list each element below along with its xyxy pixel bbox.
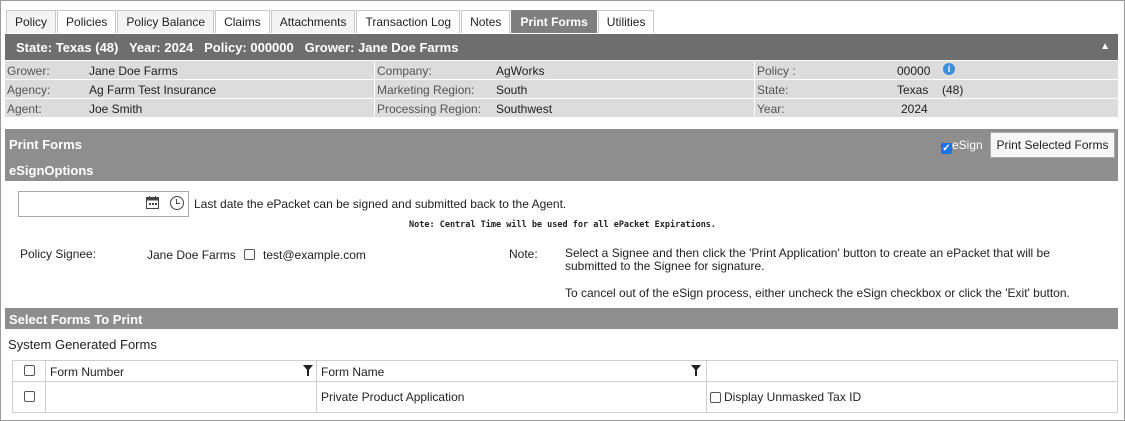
calendar-icon[interactable] bbox=[146, 196, 159, 209]
last-date-description: Last date the ePacket can be signed and … bbox=[194, 197, 567, 211]
marketing-region-label: Marketing Region: bbox=[377, 83, 475, 97]
info-row: Agency: Ag Farm Test Insurance Marketing… bbox=[5, 80, 1118, 99]
form-name-value: Private Product Application bbox=[321, 390, 465, 404]
policy-summary-text: State: Texas (48) Year: 2024 Policy: 000… bbox=[16, 40, 459, 55]
signee-name: Jane Doe Farms bbox=[147, 248, 236, 262]
form-name-column-label: Form Name bbox=[321, 365, 385, 379]
esign-options-title: eSignOptions bbox=[9, 163, 94, 178]
marketing-region-value: South bbox=[496, 83, 528, 97]
policy-label: Policy : bbox=[757, 64, 796, 78]
unmasked-tax-id-checkbox[interactable] bbox=[710, 392, 721, 403]
grower-label: Grower: bbox=[7, 64, 50, 78]
tab-transaction-log[interactable]: Transaction Log bbox=[356, 10, 461, 33]
tab-policies[interactable]: Policies bbox=[57, 10, 117, 33]
state-label: State: bbox=[757, 83, 789, 97]
esign-label: eSign bbox=[952, 138, 983, 152]
agency-value: Ag Farm Test Insurance bbox=[89, 83, 217, 97]
tab-bar: Policy Policies Policy Balance Claims At… bbox=[6, 10, 655, 34]
print-forms-window: Policy Policies Policy Balance Claims At… bbox=[0, 0, 1125, 421]
company-value: AgWorks bbox=[496, 64, 545, 78]
table-row: Private Product Application Display Unma… bbox=[13, 382, 1117, 412]
select-forms-title: Select Forms To Print bbox=[9, 312, 143, 327]
agency-label: Agency: bbox=[7, 83, 51, 97]
info-row: Agent: Joe Smith Processing Region: Sout… bbox=[5, 99, 1118, 118]
state-code: (48) bbox=[942, 83, 964, 97]
policy-summary-bar: State: Texas (48) Year: 2024 Policy: 000… bbox=[5, 34, 1118, 60]
signee-email: test@example.com bbox=[263, 248, 366, 262]
caret-up-icon[interactable]: ▲ bbox=[1100, 41, 1110, 52]
year-value: 2024 bbox=[901, 102, 928, 116]
info-row: Grower: Jane Doe Farms Company: AgWorks … bbox=[5, 61, 1118, 80]
tab-policy[interactable]: Policy bbox=[6, 10, 57, 33]
clock-icon[interactable] bbox=[170, 196, 184, 210]
note-text-cancel: To cancel out of the eSign process, eith… bbox=[565, 286, 1070, 300]
form-name-header[interactable]: Form Name bbox=[317, 361, 707, 381]
year-label: Year: bbox=[757, 102, 785, 116]
agent-value: Joe Smith bbox=[89, 102, 143, 116]
tab-attachments[interactable]: Attachments bbox=[270, 10, 356, 33]
form-number-column-label: Form Number bbox=[50, 365, 125, 379]
tab-claims[interactable]: Claims bbox=[215, 10, 270, 33]
option-cell: Display Unmasked Tax ID bbox=[707, 382, 1117, 412]
signee-checkbox[interactable] bbox=[244, 249, 255, 260]
forms-table: Form Number Form Name Private Product Ap… bbox=[12, 360, 1118, 413]
state-value: Texas bbox=[897, 83, 929, 97]
select-all-cell bbox=[13, 361, 46, 381]
system-generated-forms-title: System Generated Forms bbox=[8, 337, 157, 352]
note-label: Note: bbox=[509, 247, 538, 261]
note-text-signee: Select a Signee and then click the 'Prin… bbox=[565, 246, 1050, 273]
expiration-date-input[interactable] bbox=[19, 192, 139, 216]
company-label: Company: bbox=[377, 64, 432, 78]
select-forms-header: Select Forms To Print bbox=[5, 308, 1118, 329]
form-name-cell: Private Product Application bbox=[317, 382, 707, 412]
central-time-note: Note: Central Time will be used for all … bbox=[409, 220, 717, 230]
tab-policy-balance[interactable]: Policy Balance bbox=[117, 10, 215, 33]
checkmark-icon: ✓ bbox=[941, 143, 952, 154]
tab-print-forms[interactable]: Print Forms bbox=[511, 10, 597, 33]
policy-signee-label: Policy Signee: bbox=[20, 247, 97, 261]
filter-icon[interactable] bbox=[691, 365, 701, 376]
row-select-cell bbox=[13, 382, 46, 412]
info-icon[interactable]: i bbox=[943, 63, 955, 75]
print-selected-forms-button[interactable]: Print Selected Forms bbox=[990, 132, 1115, 158]
policy-info-grid: Grower: Jane Doe Farms Company: AgWorks … bbox=[5, 61, 1118, 118]
table-header-row: Form Number Form Name bbox=[13, 361, 1117, 382]
row-checkbox[interactable] bbox=[24, 391, 35, 402]
form-number-header[interactable]: Form Number bbox=[46, 361, 317, 381]
expiration-date-field bbox=[18, 191, 189, 217]
tab-notes[interactable]: Notes bbox=[461, 10, 511, 33]
form-number-cell bbox=[46, 382, 317, 412]
policy-value: 00000 bbox=[897, 64, 931, 78]
agent-label: Agent: bbox=[7, 102, 42, 116]
tab-utilities[interactable]: Utilities bbox=[597, 10, 655, 33]
select-all-checkbox[interactable] bbox=[24, 365, 35, 376]
filter-icon[interactable] bbox=[303, 365, 313, 376]
unmasked-tax-id-label: Display Unmasked Tax ID bbox=[724, 390, 862, 404]
print-forms-header: Print Forms eSignOptions ✓eSign Print Se… bbox=[5, 129, 1118, 181]
esign-checkbox[interactable]: ✓eSign bbox=[941, 138, 983, 154]
print-forms-title: Print Forms bbox=[9, 137, 82, 152]
processing-region-value: Southwest bbox=[496, 102, 553, 116]
processing-region-label: Processing Region: bbox=[377, 102, 482, 116]
grower-value: Jane Doe Farms bbox=[89, 64, 178, 78]
